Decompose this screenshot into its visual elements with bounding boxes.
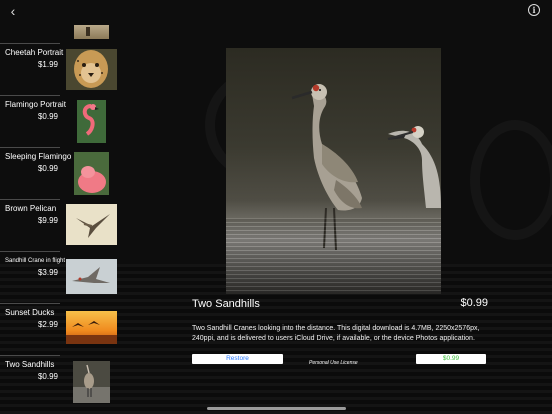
list-item-sandhill-crane-in-flight[interactable]: Sandhill Crane in flight $3.99 xyxy=(0,251,120,303)
divider xyxy=(0,95,60,96)
list-item-title: Sunset Ducks xyxy=(5,308,55,317)
list-item-thumbnail xyxy=(77,100,106,143)
list-item-thumbnail xyxy=(66,259,117,294)
divider xyxy=(0,199,60,200)
product-description: Two Sandhill Cranes looking into the dis… xyxy=(192,325,480,342)
list-item-title: Cheetah Portrait xyxy=(5,48,64,57)
license-label: Personal Use License xyxy=(309,360,358,366)
list-item-price: $9.99 xyxy=(37,216,58,225)
list-item-price: $1.99 xyxy=(37,60,58,69)
list-item-thumbnail xyxy=(74,152,109,195)
list-item-brown-pelican[interactable]: Brown Pelican $9.99 xyxy=(0,199,120,251)
list-item-price: $3.99 xyxy=(37,268,58,277)
chevron-left-icon: ‹ xyxy=(10,3,16,19)
product-list[interactable]: Cheetah Portrait $1.99 Flamingo Portrait… xyxy=(0,22,120,414)
list-item-thumbnail xyxy=(66,49,117,90)
info-button[interactable]: i xyxy=(528,4,540,16)
list-item-price: $2.99 xyxy=(37,320,58,329)
list-item-thumbnail-partial[interactable] xyxy=(74,25,109,39)
list-item-thumbnail xyxy=(66,311,117,344)
product-preview-image xyxy=(226,48,441,294)
divider xyxy=(0,147,60,148)
list-item-title: Flamingo Portrait xyxy=(5,100,66,109)
product-price: $0.99 xyxy=(460,297,488,309)
buy-button[interactable]: $0.99 xyxy=(416,354,486,364)
preview-water-reflection xyxy=(226,218,441,294)
list-item-flamingo-portrait[interactable]: Flamingo Portrait $0.99 xyxy=(0,95,120,147)
list-item-price: $0.99 xyxy=(37,372,58,381)
divider xyxy=(0,251,60,252)
list-item-sleeping-flamingo[interactable]: Sleeping Flamingo $0.99 xyxy=(0,147,120,199)
divider xyxy=(0,355,60,356)
divider xyxy=(0,43,60,44)
back-button[interactable]: ‹ xyxy=(5,3,21,19)
divider xyxy=(0,303,60,304)
list-item-sunset-ducks[interactable]: Sunset Ducks $2.99 xyxy=(0,303,120,355)
list-item-title: Sleeping Flamingo xyxy=(5,152,72,161)
product-title: Two Sandhills xyxy=(192,298,260,310)
home-indicator[interactable] xyxy=(207,407,346,410)
info-icon: i xyxy=(532,5,536,15)
list-item-title: Sandhill Crane in flight xyxy=(5,258,66,264)
background-bird-shape xyxy=(470,120,552,240)
list-item-thumbnail xyxy=(66,204,117,245)
list-item-two-sandhills[interactable]: Two Sandhills $0.99 xyxy=(0,355,120,407)
list-item-title: Two Sandhills xyxy=(5,360,55,369)
list-item-title: Brown Pelican xyxy=(5,204,57,213)
list-item-cheetah-portrait[interactable]: Cheetah Portrait $1.99 xyxy=(0,43,120,95)
list-item-price: $0.99 xyxy=(37,164,58,173)
list-item-thumbnail xyxy=(73,361,110,403)
restore-button[interactable]: Restore xyxy=(192,354,283,364)
list-item-price: $0.99 xyxy=(37,112,58,121)
